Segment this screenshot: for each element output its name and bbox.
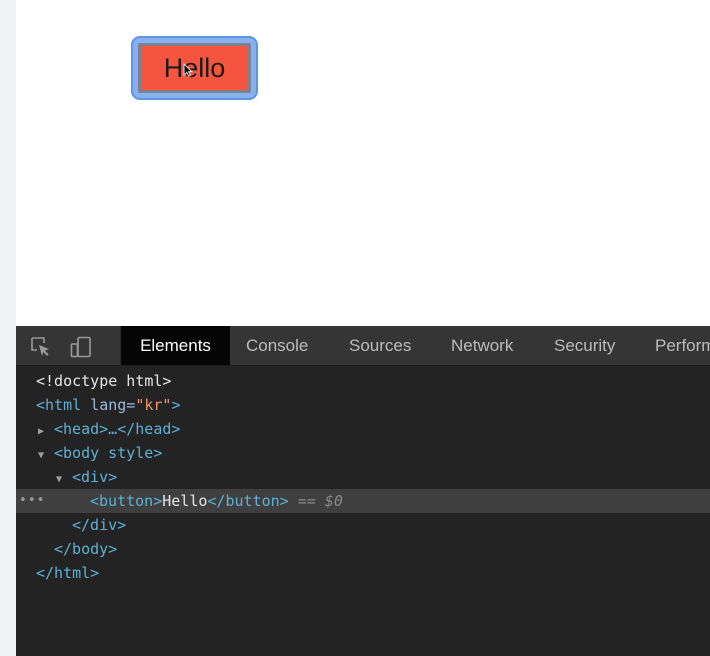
button-close-tag: </button> <box>207 492 289 510</box>
html-close-tag: </html> <box>36 564 100 582</box>
html-attr-name: lang= <box>90 396 136 414</box>
body-tag: <body style> <box>54 444 163 462</box>
body-close-tag: </body> <box>54 540 118 558</box>
html-attr-value: "kr" <box>135 396 172 414</box>
head-tag: <head>…</head> <box>54 420 181 438</box>
selected-node-marker: == $0 <box>288 492 343 510</box>
dom-node-head[interactable]: ▶ <head>…</head> <box>16 417 710 441</box>
dom-tree: <!doctype html> <html lang="kr"> ▶ <head>… <box>16 369 710 585</box>
dom-node-div[interactable]: ▼ <div> <box>16 465 710 489</box>
button-text-node: Hello <box>162 492 208 510</box>
dom-node-body-close[interactable]: </body> <box>16 537 710 561</box>
div-open-tag: <div> <box>72 468 118 486</box>
tab-sources[interactable]: Sources <box>349 326 411 365</box>
dom-node-div-close[interactable]: </div> <box>16 513 710 537</box>
tab-network[interactable]: Network <box>451 326 513 365</box>
tab-security[interactable]: Security <box>554 326 615 365</box>
dom-node-button-selected[interactable]: ••• <button>Hello</button> == $0 <box>16 489 710 513</box>
tab-performance[interactable]: Perform <box>655 326 710 365</box>
devtools-tab-bar: Elements Console Sources Network Securit… <box>16 326 710 366</box>
div-close-tag: </div> <box>72 516 127 534</box>
doctype-text: <!doctype html> <box>36 372 172 390</box>
tab-elements[interactable]: Elements <box>121 326 230 365</box>
node-menu-icon[interactable]: ••• <box>19 489 45 513</box>
tab-console[interactable]: Console <box>246 326 308 365</box>
hello-button[interactable]: Hello <box>138 43 251 93</box>
dom-node-doctype[interactable]: <!doctype html> <box>16 369 710 393</box>
button-open-tag: <button> <box>90 492 163 510</box>
device-toolbar-icon[interactable] <box>70 336 92 358</box>
browser-left-edge <box>0 0 16 656</box>
mouse-pointer-icon <box>183 63 193 77</box>
html-open-tag: <html <box>36 396 91 414</box>
page-viewport <box>16 0 710 326</box>
inspect-element-icon[interactable] <box>30 336 52 358</box>
html-open-tag-close: > <box>171 396 181 414</box>
dom-node-html[interactable]: <html lang="kr"> <box>16 393 710 417</box>
dom-node-body[interactable]: ▼ <body style> <box>16 441 710 465</box>
dom-node-html-close[interactable]: </html> <box>16 561 710 585</box>
devtools-panel: Elements Console Sources Network Securit… <box>16 326 710 656</box>
